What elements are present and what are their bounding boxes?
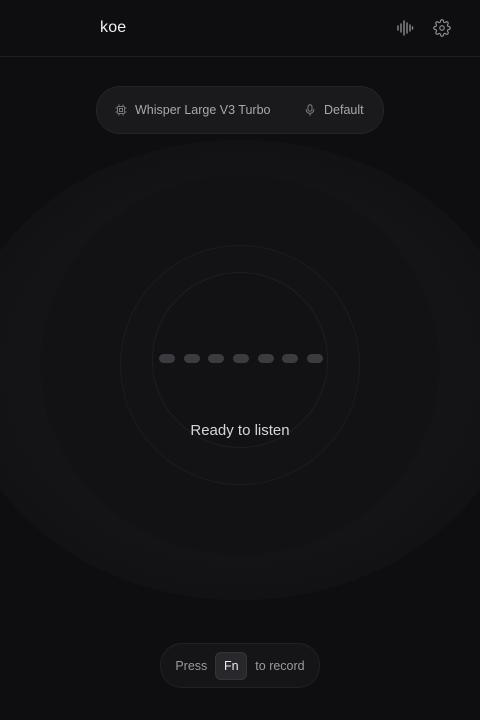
- level-dot: [159, 354, 175, 363]
- level-dot: [232, 354, 249, 363]
- app-window: koe Whisper Large V3 Turbo Default Ready…: [0, 0, 480, 720]
- status-text: Ready to listen: [190, 422, 290, 439]
- gear-icon: [433, 19, 451, 37]
- audio-level-indicator: [159, 354, 323, 364]
- level-dot: [257, 354, 274, 363]
- record-hint: Press Fn to record: [160, 643, 320, 688]
- hint-prefix: Press: [175, 658, 208, 673]
- microphone-dropdown[interactable]: Default: [304, 87, 364, 133]
- fn-key: Fn: [215, 651, 248, 680]
- settings-button[interactable]: [430, 16, 454, 40]
- hint-suffix: to record: [255, 658, 305, 673]
- level-dot: [183, 354, 200, 363]
- waveform-button[interactable]: [393, 16, 417, 40]
- level-dot: [282, 354, 299, 363]
- app-title: koe: [100, 19, 127, 36]
- chip-icon: [115, 104, 127, 116]
- model-dropdown[interactable]: Whisper Large V3 Turbo: [115, 87, 271, 133]
- level-dot: [208, 354, 225, 363]
- model-selector: Whisper Large V3 Turbo Default: [96, 86, 384, 134]
- header: koe: [0, 0, 480, 57]
- waveform-icon: [397, 20, 414, 36]
- model-label: Whisper Large V3 Turbo: [135, 103, 271, 117]
- microphone-icon: [305, 104, 315, 116]
- microphone-label: Default: [324, 103, 364, 117]
- level-dot: [306, 354, 323, 363]
